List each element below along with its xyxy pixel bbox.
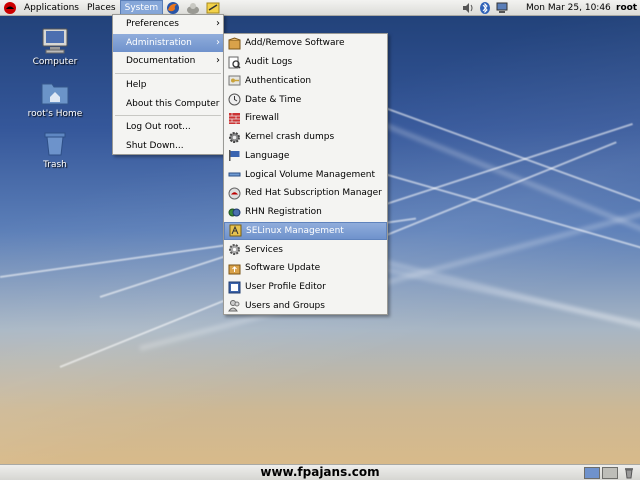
menu-separator (115, 115, 221, 117)
menu-item-label: Kernel crash dumps (245, 132, 335, 143)
chevron-right-icon: › (216, 55, 220, 67)
desktop-icon-computer[interactable]: Computer (20, 28, 90, 67)
desktop-icon-trash[interactable]: Trash (20, 131, 90, 170)
menu-item-about[interactable]: About this Computer (113, 95, 223, 114)
disk-icon (228, 168, 241, 181)
menu-item-help[interactable]: Help (113, 76, 223, 95)
home-folder-icon (40, 80, 70, 106)
keys-icon (228, 74, 241, 87)
menu-item-label: Users and Groups (245, 300, 325, 311)
menu-item-services[interactable]: Services (224, 240, 387, 259)
menu-item-authentication[interactable]: Authentication (224, 72, 387, 91)
watermark-text: www.fpajans.com (260, 465, 380, 479)
menu-item-label: Services (245, 244, 283, 255)
selinux-icon (229, 224, 242, 237)
magnifier-icon (228, 56, 241, 69)
desktop-icon-label: Trash (43, 160, 67, 170)
user-name[interactable]: root (616, 0, 637, 16)
workspace-1[interactable] (584, 467, 600, 479)
volume-icon[interactable] (461, 1, 475, 15)
desktop-icon-home[interactable]: root's Home (20, 80, 90, 119)
services-icon (228, 243, 241, 256)
email-icon[interactable] (186, 1, 200, 15)
redhat-logo-icon (3, 1, 17, 15)
menu-item-rhn-registration[interactable]: RHN Registration (224, 203, 387, 222)
menu-item-label: User Profile Editor (245, 282, 326, 293)
menu-item-preferences[interactable]: Preferences › (113, 15, 223, 34)
menu-item-documentation[interactable]: Documentation › (113, 52, 223, 71)
menu-item-kernel-crash-dumps[interactable]: Kernel crash dumps (224, 128, 387, 147)
gear-icon (228, 131, 241, 144)
menu-item-add-remove-software[interactable]: Add/Remove Software (224, 34, 387, 53)
profile-icon (228, 281, 241, 294)
menu-item-label: Audit Logs (245, 57, 293, 68)
menu-item-label: Logical Volume Management (245, 169, 376, 180)
firefox-icon[interactable] (166, 1, 180, 15)
bottom-panel: www.fpajans.com (0, 464, 640, 480)
chevron-right-icon: › (216, 36, 220, 48)
trash-applet-icon[interactable] (622, 467, 636, 479)
bluetooth-icon[interactable] (478, 1, 492, 15)
menu-item-label: Software Update (245, 263, 321, 274)
update-icon (228, 262, 241, 275)
clock-icon (228, 93, 241, 106)
menu-item-firewall[interactable]: Firewall (224, 109, 387, 128)
desktop-icon-label: root's Home (27, 109, 83, 119)
menu-item-language[interactable]: Language (224, 147, 387, 166)
menu-item-selinux-management[interactable]: SELinux Management (224, 221, 387, 241)
menu-item-user-profile-editor[interactable]: User Profile Editor (224, 278, 387, 297)
trash-icon (40, 131, 70, 157)
administration-submenu: Add/Remove Software Audit Logs Authentic… (223, 33, 388, 315)
computer-icon (40, 28, 70, 54)
menu-item-lvm[interactable]: Logical Volume Management (224, 165, 387, 184)
flag-icon (228, 149, 241, 162)
menu-item-subscription-manager[interactable]: Red Hat Subscription Manager (224, 184, 387, 203)
menu-item-label: Add/Remove Software (245, 38, 345, 49)
chevron-right-icon: › (216, 18, 220, 29)
menu-item-label: Language (245, 150, 290, 161)
redhat-icon (228, 187, 241, 200)
workspace-2[interactable] (602, 467, 618, 479)
menu-item-label: Date & Time (245, 94, 302, 105)
menu-item-label: RHN Registration (245, 207, 322, 218)
desktop-icon-label: Computer (32, 57, 78, 67)
menu-item-audit-logs[interactable]: Audit Logs (224, 53, 387, 72)
menu-item-label: Documentation (126, 56, 196, 67)
menu-item-label: Authentication (245, 75, 312, 86)
top-panel: Applications Places System Mon Mar 25, 1… (0, 0, 640, 16)
clock[interactable]: Mon Mar 25, 10:46 (526, 0, 611, 16)
menu-item-logout[interactable]: Log Out root... (113, 118, 223, 137)
menu-item-software-update[interactable]: Software Update (224, 259, 387, 278)
menu-item-shutdown[interactable]: Shut Down... (113, 137, 223, 156)
firewall-icon (228, 112, 241, 125)
menu-item-label: Firewall (245, 113, 279, 124)
notes-icon[interactable] (206, 1, 220, 15)
menu-item-users-and-groups[interactable]: Users and Groups (224, 297, 387, 316)
system-dropdown-menu: Preferences › Administration › Documenta… (112, 14, 224, 155)
menu-item-administration[interactable]: Administration › (113, 33, 223, 53)
menu-item-label: SELinux Management (246, 225, 344, 236)
network-icon[interactable] (495, 1, 509, 15)
menu-separator (115, 73, 221, 75)
network-icon (228, 206, 241, 219)
menu-item-label: Administration (126, 37, 192, 48)
menu-item-label: Red Hat Subscription Manager (245, 188, 382, 199)
applications-menu[interactable]: Applications (20, 0, 83, 16)
menu-item-date-time[interactable]: Date & Time (224, 90, 387, 109)
menu-item-label: Preferences (126, 19, 179, 29)
users-icon (228, 299, 241, 312)
package-icon (228, 37, 241, 50)
